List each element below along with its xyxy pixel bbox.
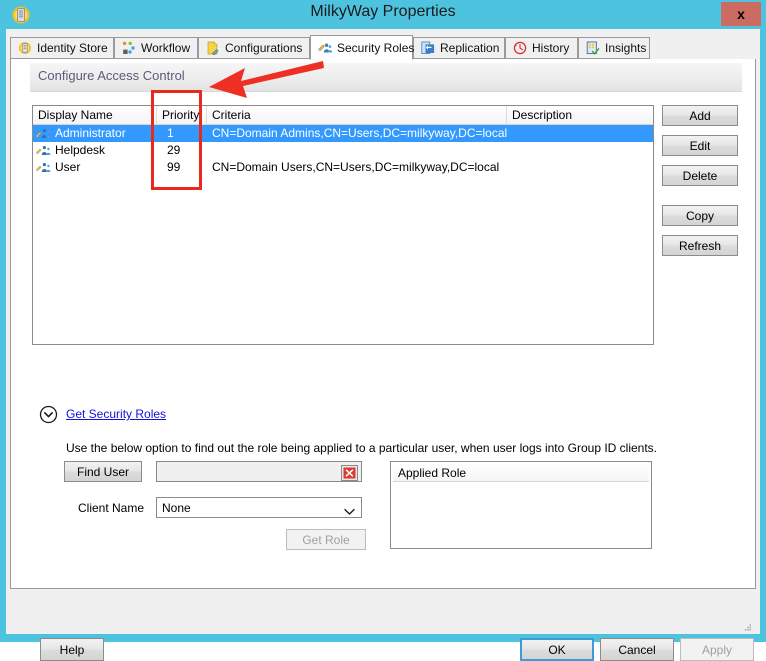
tab-identity-store[interactable]: Identity Store: [10, 37, 114, 59]
security-roles-listview[interactable]: Display Name Priority Criteria Descripti…: [32, 105, 654, 345]
cell-display-name: Administrator: [55, 126, 126, 140]
tab-replication[interactable]: Replication: [413, 37, 505, 59]
cell-priority: 99: [167, 160, 181, 174]
column-header-description[interactable]: Description: [507, 106, 653, 125]
listview-header: Display Name Priority Criteria Descripti…: [33, 106, 653, 125]
tab-insights[interactable]: Insights: [578, 37, 650, 59]
tab-label: Workflow: [141, 41, 191, 55]
tab-label: Insights: [605, 41, 647, 55]
replication-icon: [421, 41, 435, 55]
column-header-display-name[interactable]: Display Name: [33, 106, 157, 125]
tab-configurations[interactable]: Configurations: [198, 37, 310, 59]
chevron-down-icon: [344, 503, 355, 515]
history-icon: [513, 41, 527, 55]
column-header-priority[interactable]: Priority: [157, 106, 207, 125]
section-header: Configure Access Control: [30, 63, 742, 92]
tab-label: Security Roles: [337, 40, 415, 55]
configurations-icon: [206, 41, 220, 56]
section-title: Configure Access Control: [38, 68, 185, 83]
properties-window: MilkyWay Properties x Identity Store Wor…: [0, 0, 766, 661]
window-title: MilkyWay Properties: [310, 3, 456, 20]
copy-button[interactable]: Copy: [662, 205, 738, 226]
cell-description: [507, 159, 653, 176]
cell-priority: 1: [167, 126, 174, 140]
tab-label: History: [532, 41, 570, 55]
applied-role-listbox[interactable]: Applied Role: [390, 461, 652, 549]
delete-button[interactable]: Delete: [662, 165, 738, 186]
tab-history[interactable]: History: [505, 37, 578, 59]
identity-store-icon: [18, 41, 32, 55]
cell-criteria: CN=Domain Users,CN=Users,DC=milkyway,DC=…: [212, 160, 500, 174]
find-user-input[interactable]: [156, 461, 362, 482]
table-row[interactable]: User 99 CN=Domain Users,CN=Users,DC=milk…: [33, 159, 653, 176]
apply-button[interactable]: Apply: [680, 638, 754, 661]
cell-criteria: CN=Domain Admins,CN=Users,DC=milkyway,DC…: [212, 126, 507, 140]
close-button[interactable]: x: [721, 2, 761, 26]
chevron-down-circle-icon[interactable]: [39, 405, 58, 424]
cell-criteria: [207, 142, 507, 159]
tab-label: Identity Store: [37, 41, 108, 55]
get-security-roles-description: Use the below option to find out the rol…: [66, 441, 658, 455]
tab-label: Configurations: [225, 41, 303, 55]
tab-security-roles[interactable]: Security Roles: [310, 35, 415, 60]
clear-red-x-icon[interactable]: [341, 465, 358, 481]
find-user-button[interactable]: Find User: [64, 461, 142, 482]
tab-strip: Identity Store Workflow Configurations S…: [10, 35, 756, 60]
tab-label: Replication: [440, 41, 500, 55]
workflow-icon: [122, 41, 136, 55]
help-button[interactable]: Help: [40, 638, 104, 661]
get-role-button[interactable]: Get Role: [286, 529, 366, 550]
column-header-criteria[interactable]: Criteria: [207, 106, 507, 125]
client-area: Identity Store Workflow Configurations S…: [6, 29, 760, 661]
client-name-value: None: [162, 501, 191, 515]
cell-description: [507, 142, 653, 159]
cell-description: [507, 125, 653, 142]
refresh-button[interactable]: Refresh: [662, 235, 738, 256]
table-row[interactable]: Administrator 1 CN=Domain Admins,CN=User…: [33, 125, 653, 142]
cancel-button[interactable]: Cancel: [600, 638, 674, 661]
cell-display-name: Helpdesk: [55, 143, 106, 157]
resize-grip-icon[interactable]: [742, 620, 752, 631]
title-bar: MilkyWay Properties x: [0, 0, 766, 29]
insights-icon: [586, 41, 600, 55]
edit-button[interactable]: Edit: [662, 135, 738, 156]
security-roles-icon: [318, 41, 333, 55]
get-security-roles-link[interactable]: Get Security Roles: [66, 407, 166, 421]
applied-role-column-header: Applied Role: [393, 464, 649, 482]
table-row[interactable]: Helpdesk 29: [33, 142, 653, 159]
add-button[interactable]: Add: [662, 105, 738, 126]
client-name-select[interactable]: None: [156, 497, 362, 518]
client-name-label: Client Name: [78, 501, 145, 515]
cell-display-name: User: [55, 160, 81, 174]
ok-button[interactable]: OK: [520, 638, 594, 661]
cell-priority: 29: [167, 143, 181, 157]
tab-workflow[interactable]: Workflow: [114, 37, 198, 59]
